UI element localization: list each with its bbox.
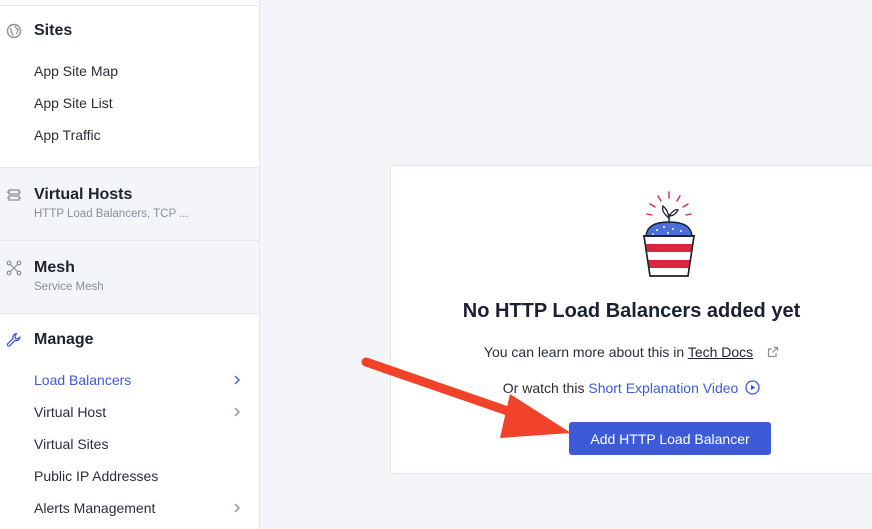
explanation-video-link[interactable]: Short Explanation Video [588,380,738,396]
sidebar-item-alerts-management[interactable]: Alerts Management [34,500,155,516]
tech-docs-link[interactable]: Tech Docs [688,344,753,360]
chevron-right-icon[interactable] [232,503,242,513]
sidebar-item-virtual-host[interactable]: Virtual Host [34,404,106,420]
sidebar-divider [0,313,259,314]
mesh-icon [5,259,23,277]
plant-pot-illustration [637,188,701,285]
sidebar-item-load-balancers[interactable]: Load Balancers [34,372,131,388]
section-title-mesh: Mesh [34,259,75,276]
globe-icon [5,22,23,40]
virtual-hosts-subtitle: HTTP Load Balancers, TCP ... [34,208,189,220]
sidebar-item-public-ip-addresses[interactable]: Public IP Addresses [34,468,158,484]
mesh-subtitle: Service Mesh [34,281,104,293]
play-circle-icon[interactable] [745,380,760,398]
sidebar-item-virtual-sites[interactable]: Virtual Sites [34,436,108,452]
sidebar-item-app-site-list[interactable]: App Site List [34,95,113,111]
annotation-arrow [360,350,575,447]
sidebar-group-mesh[interactable]: Mesh Service Mesh [0,240,259,313]
sidebar-item-app-traffic[interactable]: App Traffic [34,127,101,143]
sidebar-top-divider [0,5,259,6]
section-title-manage[interactable]: Manage [34,331,94,349]
empty-state-title: No HTTP Load Balancers added yet [462,300,801,322]
chevron-right-icon[interactable] [232,407,242,417]
sidebar-group-virtual-hosts[interactable]: Virtual Hosts HTTP Load Balancers, TCP .… [0,167,259,240]
add-http-load-balancer-button[interactable]: Add HTTP Load Balancer [569,422,771,455]
section-title-virtual-hosts: Virtual Hosts [34,186,133,203]
sidebar: Sites App Site Map App Site List App Tra… [0,0,260,529]
external-link-icon[interactable] [767,345,779,361]
virtual-hosts-icon [5,186,23,204]
sidebar-item-app-site-map[interactable]: App Site Map [34,63,118,79]
wrench-icon [5,331,23,349]
section-title-sites[interactable]: Sites [34,22,72,40]
chevron-right-icon[interactable] [232,375,242,385]
